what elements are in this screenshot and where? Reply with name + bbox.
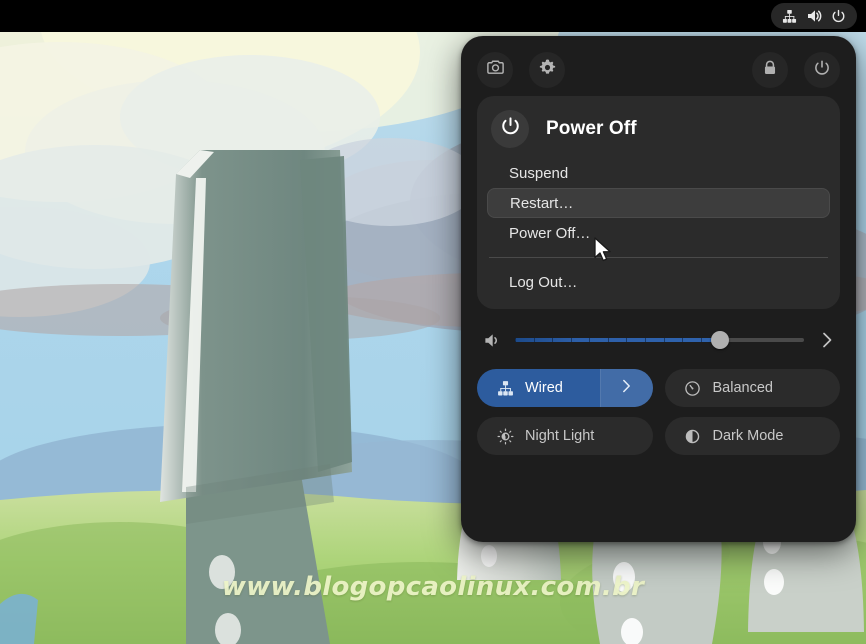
toggle-label: Night Light [525, 428, 595, 444]
menu-item-log-out[interactable]: Log Out… [487, 267, 830, 297]
volume-medium-icon[interactable] [479, 331, 505, 350]
network-wired-icon [496, 380, 514, 397]
chevron-right-icon [620, 378, 633, 398]
volume-icon [806, 8, 822, 24]
camera-icon [486, 58, 505, 82]
dark-mode-half-circle-icon [684, 428, 702, 445]
volume-handle[interactable] [711, 331, 730, 349]
lock-button[interactable] [752, 52, 788, 88]
night-light-sun-icon [496, 428, 514, 445]
toggle-dark-mode[interactable]: Dark Mode [664, 417, 840, 455]
toggle-night-light[interactable]: Night Light [477, 417, 653, 455]
power-off-menu-card: Power Off Suspend Restart… Power Off… Lo… [477, 96, 840, 309]
power-menu-title-row: Power Off [477, 106, 840, 158]
menu-item-label: Log Out… [509, 273, 578, 291]
power-profile-gauge-icon [684, 380, 702, 397]
status-indicators-button[interactable] [771, 3, 857, 29]
power-icon [813, 59, 831, 82]
volume-ticks [515, 338, 721, 342]
network-wired-icon [782, 9, 797, 24]
quick-toggle-grid: Wired Balanced Night Light Dark Mode [477, 369, 840, 455]
power-icon [831, 9, 846, 24]
menu-item-label: Power Off… [509, 224, 591, 242]
gear-icon [538, 58, 557, 82]
quick-settings-header [477, 50, 840, 90]
power-icon [500, 116, 521, 142]
volume-slider[interactable] [515, 330, 804, 350]
site-watermark: www.blogopcaolinux.com.br [221, 572, 645, 602]
settings-button[interactable] [529, 52, 565, 88]
quick-settings-panel: Power Off Suspend Restart… Power Off… Lo… [461, 36, 856, 542]
menu-item-label: Restart… [510, 194, 574, 212]
toggle-label: Wired [525, 380, 563, 396]
screenshot-button[interactable] [477, 52, 513, 88]
power-button[interactable] [804, 52, 840, 88]
toggle-expand-button[interactable] [599, 369, 653, 407]
toggle-wired[interactable]: Wired [477, 369, 653, 407]
power-menu-title: Power Off [546, 118, 637, 139]
toggle-label: Balanced [712, 380, 773, 396]
menu-item-restart[interactable]: Restart… [487, 188, 830, 218]
menu-item-suspend[interactable]: Suspend [487, 158, 830, 188]
power-icon-circle [491, 110, 529, 148]
menu-item-power-off[interactable]: Power Off… [487, 218, 830, 248]
volume-slider-row [477, 323, 840, 357]
chevron-right-icon[interactable] [816, 331, 838, 349]
lock-icon [761, 59, 779, 82]
menu-item-label: Suspend [509, 164, 569, 182]
menu-separator [489, 257, 828, 258]
desktop-screen: Power Off Suspend Restart… Power Off… Lo… [0, 0, 866, 644]
toggle-power-profile[interactable]: Balanced [664, 369, 840, 407]
toggle-label: Dark Mode [712, 428, 784, 444]
top-bar [0, 0, 866, 32]
